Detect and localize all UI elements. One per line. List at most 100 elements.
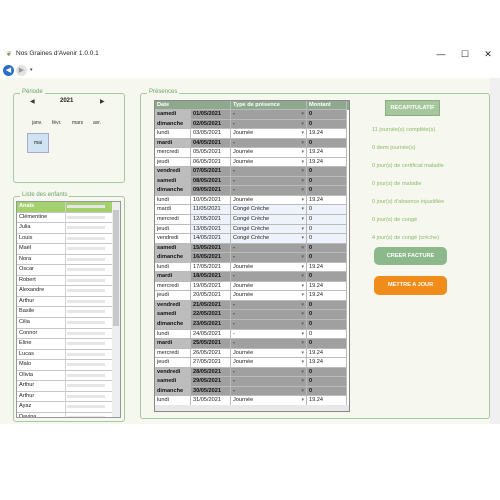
type-select[interactable]: - ▾	[231, 167, 307, 177]
type-select[interactable]: - ▾	[231, 310, 307, 321]
dropdown-arrow-icon[interactable]: ▾	[301, 177, 304, 186]
dropdown-arrow-icon[interactable]: ▾	[301, 387, 304, 396]
presence-row[interactable]: lundi 03/05/2021 Journée ▾ 19.24	[155, 129, 349, 139]
dropdown-arrow-icon[interactable]: ▾	[301, 291, 304, 300]
creer-facture-button[interactable]: CREER FACTURE	[374, 247, 447, 265]
presence-row[interactable]: mardi 18/05/2021- ▾ 0	[155, 272, 349, 282]
child-row[interactable]: Davina	[17, 412, 120, 417]
dropdown-arrow-icon[interactable]: ▾	[301, 215, 304, 224]
dropdown-arrow-icon[interactable]: ▾	[301, 349, 304, 358]
presence-row[interactable]: mardi 25/05/2021- ▾ 0	[155, 339, 349, 349]
dropdown-arrow-icon[interactable]: ▾	[301, 377, 304, 386]
window-scrollbar[interactable]	[490, 78, 500, 424]
dropdown-arrow-icon[interactable]: ▾	[301, 120, 304, 129]
presence-row[interactable]: jeudi 27/05/2021 Journée ▾ 19.24	[155, 358, 349, 368]
child-row[interactable]: Cilia	[17, 318, 120, 329]
type-select[interactable]: Journée ▾	[231, 358, 307, 368]
dropdown-arrow-icon[interactable]: ▾	[301, 339, 304, 348]
type-select[interactable]: - ▾	[231, 329, 307, 340]
dropdown-arrow-icon[interactable]: ▾	[301, 272, 304, 281]
type-select[interactable]: - ▾	[231, 272, 307, 282]
child-row[interactable]: Olivia	[17, 370, 120, 382]
month-mar[interactable]: mars	[72, 120, 83, 126]
type-select[interactable]: Congé Crèche ▾	[231, 234, 307, 244]
dropdown-arrow-icon[interactable]: ▾	[301, 196, 304, 205]
dropdown-arrow-icon[interactable]: ▾	[301, 368, 304, 377]
mettre-a-jour-button[interactable]: METTRE A JOUR	[374, 276, 447, 295]
presence-row[interactable]: vendredi 07/05/2021- ▾ 0	[155, 167, 349, 177]
child-row[interactable]: Louis	[17, 233, 120, 245]
type-select[interactable]: Congé Crèche ▾	[231, 224, 307, 235]
maximize-button[interactable]: ☐	[454, 47, 476, 61]
dropdown-arrow-icon[interactable]: ▾	[301, 310, 304, 319]
presence-row[interactable]: samedi 01/05/2021- ▾ 0	[155, 110, 349, 120]
type-select[interactable]: Journée ▾	[231, 348, 307, 359]
child-row[interactable]: Connor	[17, 328, 120, 340]
dropdown-arrow-icon[interactable]: ▾	[301, 158, 304, 167]
presence-row[interactable]: mercredi 26/05/2021 Journée ▾ 19.24	[155, 348, 349, 359]
dropdown-arrow-icon[interactable]: ▾	[301, 253, 304, 262]
child-row[interactable]: Malo	[17, 360, 120, 371]
child-row[interactable]: Anaïs	[17, 202, 120, 213]
child-row[interactable]: Maël	[17, 244, 120, 255]
dropdown-arrow-icon[interactable]: ▾	[301, 148, 304, 157]
dropdown-arrow-icon[interactable]: ▾	[301, 330, 304, 339]
child-row[interactable]: Nora	[17, 254, 120, 266]
child-row[interactable]: Julia	[17, 223, 120, 234]
prev-year-icon[interactable]: ◀	[30, 98, 35, 105]
presence-row[interactable]: dimanche 16/05/2021- ▾ 0	[155, 253, 349, 263]
child-row[interactable]: Arthur	[17, 391, 120, 403]
dropdown-arrow-icon[interactable]: ▾	[301, 129, 304, 138]
child-row[interactable]: Arthur	[17, 381, 120, 392]
type-select[interactable]: Congé Crèche ▾	[231, 215, 307, 225]
child-row[interactable]: Lucas	[17, 349, 120, 361]
type-select[interactable]: - ▾	[231, 119, 307, 130]
type-select[interactable]: Journée ▾	[231, 129, 307, 139]
month-jan[interactable]: janv.	[32, 120, 42, 126]
dropdown-arrow-icon[interactable]: ▾	[301, 110, 304, 119]
type-select[interactable]: - ▾	[231, 339, 307, 349]
type-select[interactable]: - ▾	[231, 253, 307, 263]
presence-row[interactable]: lundi 24/05/2021- ▾ 0	[155, 329, 349, 340]
presence-row[interactable]: vendredi 28/05/2021- ▾ 0	[155, 367, 349, 378]
type-select[interactable]: - ▾	[231, 186, 307, 196]
type-select[interactable]: Congé Crèche ▾	[231, 205, 307, 216]
dropdown-arrow-icon[interactable]: ▾	[301, 320, 304, 329]
presence-row[interactable]: mercredi 05/05/2021 Journée ▾ 19.24	[155, 148, 349, 158]
minimize-button[interactable]: —	[430, 47, 452, 61]
presence-row[interactable]: jeudi 06/05/2021 Journée ▾ 19.24	[155, 157, 349, 168]
presence-row[interactable]: mardi 11/05/2021 Congé Crèche ▾ 0	[155, 205, 349, 216]
dropdown-arrow-icon[interactable]: ▾	[301, 167, 304, 176]
presence-row[interactable]: samedi 15/05/2021- ▾ 0	[155, 243, 349, 254]
presence-row[interactable]: dimanche 09/05/2021- ▾ 0	[155, 186, 349, 196]
type-select[interactable]: - ▾	[231, 386, 307, 397]
close-button[interactable]: ✕	[477, 47, 499, 61]
dropdown-arrow-icon[interactable]: ▾	[301, 205, 304, 214]
presence-row[interactable]: jeudi 13/05/2021 Congé Crèche ▾ 0	[155, 224, 349, 235]
type-select[interactable]: Journée ▾	[231, 148, 307, 158]
children-list[interactable]: Anaïs Clémentine Julia Louis Maël Nora Oscar Ro…	[16, 201, 121, 418]
type-select[interactable]: - ▾	[231, 176, 307, 187]
presence-row[interactable]: dimanche 23/05/2021- ▾ 0	[155, 320, 349, 330]
type-select[interactable]: Journée ▾	[231, 195, 307, 206]
dropdown-arrow-icon[interactable]: ▾	[301, 301, 304, 310]
children-scrollbar[interactable]	[112, 202, 120, 417]
child-row[interactable]: Ayaz	[17, 402, 120, 413]
forward-arrow-icon[interactable]: ▶	[16, 65, 27, 76]
type-select[interactable]: Journée ▾	[231, 157, 307, 168]
dropdown-arrow-icon[interactable]: ▾	[301, 282, 304, 291]
grid-hscrollbar[interactable]	[155, 405, 349, 411]
presence-row[interactable]: vendredi 14/05/2021 Congé Crèche ▾ 0	[155, 234, 349, 244]
month-apr[interactable]: avr.	[93, 120, 101, 126]
month-may-selected[interactable]: mai	[27, 133, 49, 153]
type-select[interactable]: - ▾	[231, 320, 307, 330]
presence-row[interactable]: mercredi 12/05/2021 Congé Crèche ▾ 0	[155, 215, 349, 225]
child-row[interactable]: Eline	[17, 339, 120, 350]
type-select[interactable]: - ▾	[231, 243, 307, 254]
child-row[interactable]: Basile	[17, 307, 120, 319]
history-dropdown-icon[interactable]: ▾	[30, 67, 33, 73]
presence-row[interactable]: mardi 04/05/2021- ▾ 0	[155, 138, 349, 149]
dropdown-arrow-icon[interactable]: ▾	[301, 234, 304, 243]
type-select[interactable]: - ▾	[231, 367, 307, 378]
next-year-icon[interactable]: ▶	[100, 98, 105, 105]
